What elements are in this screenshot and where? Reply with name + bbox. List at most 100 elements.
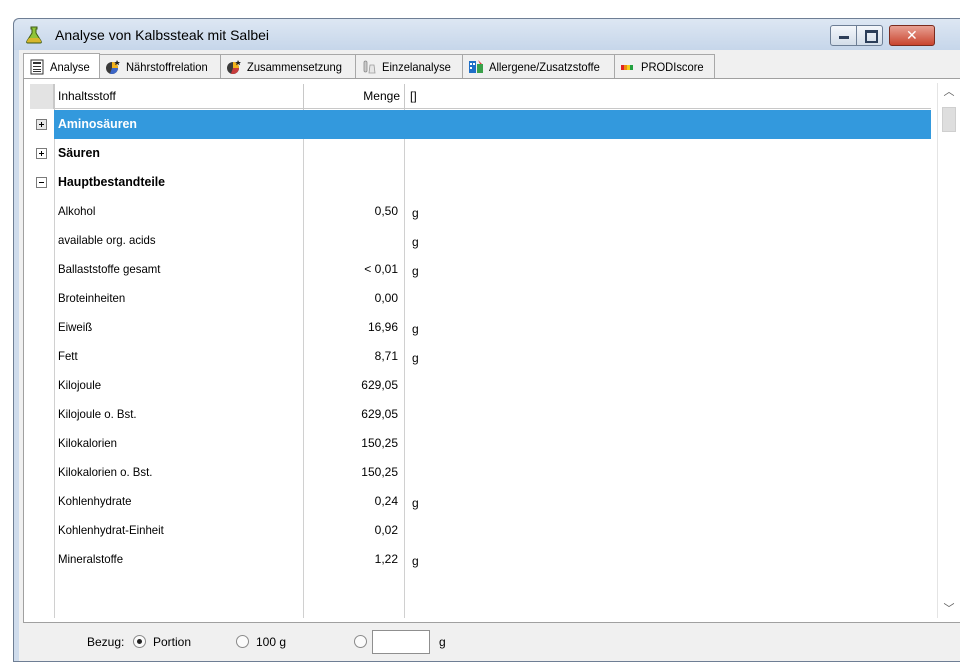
collapse-minus-icon[interactable] [36, 177, 47, 188]
window-client: Analyse Nährstoffrelation Zusammensetzun… [19, 50, 960, 661]
scroll-down-arrow-icon[interactable]: ﹀ [938, 600, 960, 618]
table-header: Inhaltsstoff Menge [] [30, 84, 931, 109]
table-row[interactable]: Fett 8,71 g [30, 342, 931, 371]
flask-app-icon [26, 26, 42, 44]
flask-icon [363, 60, 376, 73]
cell-inhaltsstoff: Fett [58, 349, 78, 363]
app-window: Analyse von Kalbssteak mit Salbei Analys… [13, 18, 960, 662]
nutrient-table: Inhaltsstoff Menge [] Aminosäuren Säuren H… [30, 84, 931, 618]
radio-portion-label[interactable]: Portion [153, 635, 191, 649]
title-bar[interactable]: Analyse von Kalbssteak mit Salbei [14, 19, 960, 50]
table-row[interactable]: Alkohol 0,50 g [30, 197, 931, 226]
table-row[interactable]: Kilokalorien 150,25 [30, 429, 931, 458]
cell-inhaltsstoff: Mineralstoffe [58, 552, 124, 566]
tab-allergene[interactable]: Allergene/Zusatzstoffe [461, 54, 615, 78]
custom-amount-input[interactable] [372, 630, 430, 654]
table-row[interactable]: Kilojoule o. Bst. 629,05 [30, 400, 931, 429]
column-divider [303, 84, 304, 110]
tab-analyse[interactable]: Analyse [23, 53, 100, 79]
cell-inhaltsstoff: Hauptbestandteile [58, 174, 166, 189]
maximize-button[interactable] [856, 25, 883, 46]
cell-menge: 150,25 [361, 436, 398, 450]
cell-inhaltsstoff: Säuren [58, 145, 100, 160]
cell-menge: 0,24 [374, 494, 398, 508]
radio-100g-label[interactable]: 100 g [256, 635, 286, 649]
allergen-icon [468, 59, 483, 73]
window-title: Analyse von Kalbssteak mit Salbei [55, 27, 269, 43]
row-selection-highlight [54, 110, 931, 139]
cell-menge: 16,96 [367, 320, 398, 334]
cell-inhaltsstoff: Broteinheiten [58, 291, 126, 305]
cell-menge: 150,25 [361, 465, 398, 479]
cell-inhaltsstoff: Kilokalorien o. Bst. [58, 465, 153, 479]
cell-inhaltsstoff: Ballaststoffe gesamt [58, 262, 161, 276]
cell-inhaltsstoff: available org. acids [58, 233, 156, 247]
header-corner[interactable] [30, 84, 54, 109]
expand-plus-icon[interactable] [36, 148, 47, 159]
cell-unit: g [412, 206, 419, 220]
cell-inhaltsstoff: Kilojoule [58, 378, 102, 392]
custom-unit-label: g [439, 635, 446, 649]
tab-label: Einzelanalyse [381, 59, 451, 74]
cell-menge: 629,05 [361, 378, 398, 392]
bezug-bar: Bezug: Portion 100 g g [19, 623, 960, 661]
table-row[interactable]: Mineralstoffe 1,22 g [30, 545, 931, 574]
cell-inhaltsstoff: Eiweiß [58, 320, 93, 334]
header-inhaltsstoff[interactable]: Inhaltsstoff [58, 89, 116, 103]
table-row[interactable]: Kilojoule 629,05 [30, 371, 931, 400]
header-menge[interactable]: Menge [306, 89, 400, 103]
table-row[interactable]: Kilokalorien o. Bst. 150,25 [30, 458, 931, 487]
table-row[interactable]: Ballaststoffe gesamt < 0,01 g [30, 255, 931, 284]
table-row[interactable]: available org. acids g [30, 226, 931, 255]
analysis-panel: Inhaltsstoff Menge [] Aminosäuren Säuren H… [23, 78, 960, 623]
tab-label: PRODIscore [640, 59, 704, 74]
table-row[interactable]: Kohlenhydrat-Einheit 0,02 [30, 516, 931, 545]
tab-label: Zusammensetzung [246, 59, 342, 74]
bezug-label: Bezug: [87, 635, 125, 649]
cell-menge: 0,00 [374, 291, 398, 305]
cell-unit: g [412, 264, 419, 278]
table-row[interactable]: Broteinheiten 0,00 [30, 284, 931, 313]
close-button[interactable] [889, 25, 935, 46]
cell-menge: 8,71 [374, 349, 398, 363]
radio-100g[interactable] [236, 635, 249, 648]
tab-label: Nährstoffrelation [125, 59, 208, 74]
cell-unit: g [412, 351, 419, 365]
column-divider [54, 84, 55, 110]
tab-label: Allergene/Zusatzstoffe [488, 59, 600, 74]
tab-bar: Analyse Nährstoffrelation Zusammensetzun… [23, 53, 960, 79]
pie-chart-icon [226, 59, 241, 74]
tab-naehrstoffrelation[interactable]: Nährstoffrelation [98, 54, 221, 78]
scrollbar-thumb[interactable] [942, 107, 956, 132]
radio-custom[interactable] [354, 635, 367, 648]
column-divider [404, 84, 405, 110]
cell-inhaltsstoff: Kohlenhydrate [58, 494, 132, 508]
table-group-row[interactable]: Hauptbestandteile [30, 168, 931, 197]
tab-zusammensetzung[interactable]: Zusammensetzung [219, 54, 356, 78]
cell-inhaltsstoff: Kilokalorien [58, 436, 117, 450]
header-unit[interactable]: [] [410, 89, 417, 103]
vertical-scrollbar[interactable]: ︿ ﹀ [937, 83, 960, 618]
table-group-row[interactable]: Aminosäuren [30, 110, 931, 139]
table-body: Aminosäuren Säuren Hauptbestandteile Alkoho… [30, 110, 931, 574]
cell-inhaltsstoff: Kilojoule o. Bst. [58, 407, 137, 421]
cell-unit: g [412, 554, 419, 568]
minimize-button[interactable] [830, 25, 857, 46]
cell-inhaltsstoff: Alkohol [58, 204, 96, 218]
tab-einzelanalyse[interactable]: Einzelanalyse [354, 54, 463, 78]
table-icon [30, 59, 44, 74]
scroll-up-arrow-icon[interactable]: ︿ [938, 83, 960, 101]
table-group-row[interactable]: Säuren [30, 139, 931, 168]
expand-plus-icon[interactable] [36, 119, 47, 130]
cell-menge: 0,02 [374, 523, 398, 537]
cell-menge: 1,22 [374, 552, 398, 566]
cell-inhaltsstoff: Aminosäuren [58, 116, 137, 131]
table-row[interactable]: Eiweiß 16,96 g [30, 313, 931, 342]
radio-portion[interactable] [133, 635, 146, 648]
tab-prodiscore[interactable]: PRODIscore [613, 54, 716, 78]
cell-unit: g [412, 322, 419, 336]
pie-chart-icon [105, 59, 120, 74]
cell-unit: g [412, 496, 419, 510]
table-row[interactable]: Kohlenhydrate 0,24 g [30, 487, 931, 516]
cell-unit: g [412, 235, 419, 249]
